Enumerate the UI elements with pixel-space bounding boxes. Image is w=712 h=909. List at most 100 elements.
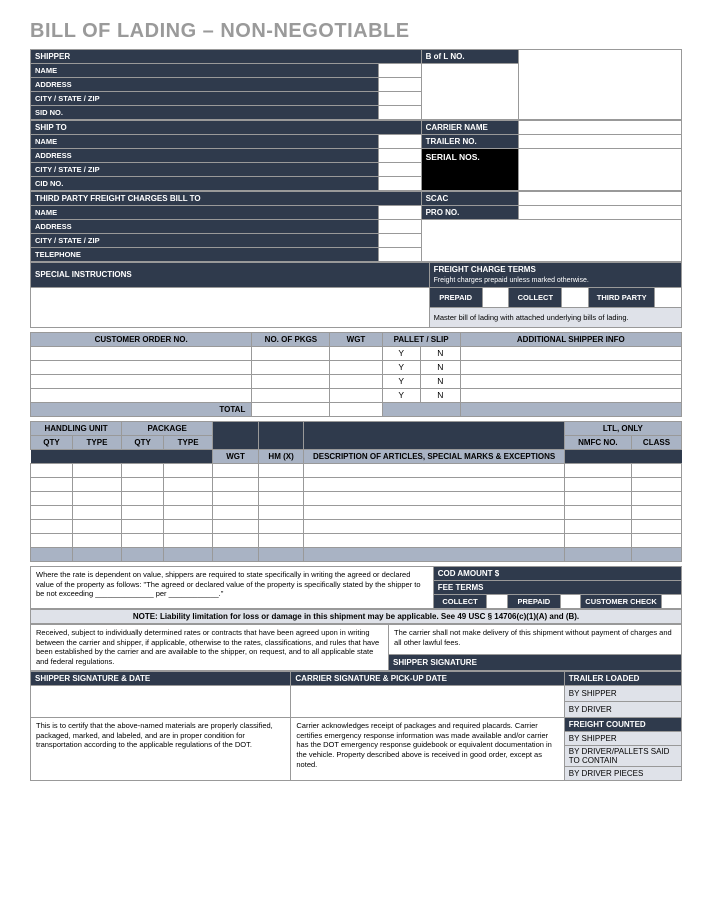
table-cell[interactable]: [304, 533, 564, 547]
trailer-no-input[interactable]: [519, 135, 682, 149]
wgt-cell[interactable]: [330, 374, 382, 388]
pallet-y[interactable]: Y: [382, 360, 420, 374]
pallet-y[interactable]: Y: [382, 388, 420, 402]
table-cell[interactable]: [122, 463, 164, 477]
table-cell[interactable]: [258, 533, 304, 547]
carrier-name-input[interactable]: [519, 121, 682, 135]
pallet-n[interactable]: N: [420, 374, 460, 388]
table-cell[interactable]: [31, 533, 73, 547]
third-tel-input[interactable]: [379, 248, 422, 262]
table-cell[interactable]: [164, 491, 213, 505]
pro-no-input[interactable]: [519, 206, 682, 220]
thirdparty-check[interactable]: [655, 287, 682, 307]
carrier-sig-input[interactable]: [291, 685, 564, 717]
fee-check-button[interactable]: CUSTOMER CHECK: [581, 594, 662, 608]
fee-collect-check[interactable]: [487, 594, 507, 608]
table-cell[interactable]: [31, 505, 73, 519]
table-cell[interactable]: [258, 477, 304, 491]
table-cell[interactable]: [564, 463, 631, 477]
table-cell[interactable]: [164, 533, 213, 547]
prepaid-check[interactable]: [482, 287, 509, 307]
table-cell[interactable]: [258, 505, 304, 519]
table-cell[interactable]: [31, 519, 73, 533]
order-cell[interactable]: [31, 346, 252, 360]
scac-input[interactable]: [519, 192, 682, 206]
table-cell[interactable]: [72, 477, 121, 491]
pallet-n[interactable]: N: [420, 360, 460, 374]
third-address-input[interactable]: [379, 220, 422, 234]
table-cell[interactable]: [213, 477, 259, 491]
table-cell[interactable]: [31, 491, 73, 505]
total-wgt[interactable]: [330, 402, 382, 416]
table-cell[interactable]: [631, 477, 681, 491]
table-cell[interactable]: [122, 491, 164, 505]
table-cell[interactable]: [564, 533, 631, 547]
shipper-name-input[interactable]: [379, 64, 422, 78]
pallet-y[interactable]: Y: [382, 374, 420, 388]
third-csz-input[interactable]: [379, 234, 422, 248]
shipper-sig-input[interactable]: [31, 685, 291, 717]
table-cell[interactable]: [631, 491, 681, 505]
table-cell[interactable]: [304, 505, 564, 519]
special-input[interactable]: [31, 287, 430, 327]
bol-value[interactable]: [519, 50, 682, 120]
total-pkgs[interactable]: [252, 402, 330, 416]
add-cell[interactable]: [460, 374, 681, 388]
table-cell[interactable]: [72, 505, 121, 519]
order-cell[interactable]: [31, 360, 252, 374]
table-cell[interactable]: [258, 491, 304, 505]
table-cell[interactable]: [122, 519, 164, 533]
table-cell[interactable]: [304, 519, 564, 533]
shipto-name-input[interactable]: [379, 135, 422, 149]
table-cell[interactable]: [31, 463, 73, 477]
by-driver-pieces[interactable]: BY DRIVER PIECES: [564, 766, 681, 780]
table-cell[interactable]: [164, 519, 213, 533]
shipto-cid-input[interactable]: [379, 177, 422, 191]
pallet-n[interactable]: N: [420, 388, 460, 402]
table-cell[interactable]: [631, 463, 681, 477]
order-cell[interactable]: [31, 388, 252, 402]
prepaid-button[interactable]: PREPAID: [429, 287, 482, 307]
order-cell[interactable]: [31, 374, 252, 388]
table-cell[interactable]: [122, 477, 164, 491]
fee-prepaid-check[interactable]: [561, 594, 581, 608]
table-cell[interactable]: [213, 505, 259, 519]
shipto-csz-input[interactable]: [379, 163, 422, 177]
third-name-input[interactable]: [379, 206, 422, 220]
table-cell[interactable]: [258, 519, 304, 533]
table-cell[interactable]: [72, 533, 121, 547]
add-cell[interactable]: [460, 360, 681, 374]
table-cell[interactable]: [564, 477, 631, 491]
wgt-cell[interactable]: [330, 360, 382, 374]
by-shipper-loaded[interactable]: BY SHIPPER: [564, 685, 681, 701]
table-cell[interactable]: [304, 463, 564, 477]
by-shipper-counted[interactable]: BY SHIPPER: [564, 731, 681, 745]
fee-prepaid-button[interactable]: PREPAID: [507, 594, 561, 608]
pkgs-cell[interactable]: [252, 374, 330, 388]
table-cell[interactable]: [164, 505, 213, 519]
table-cell[interactable]: [304, 491, 564, 505]
table-cell[interactable]: [164, 477, 213, 491]
pro-blank[interactable]: [421, 220, 681, 262]
pkgs-cell[interactable]: [252, 360, 330, 374]
table-cell[interactable]: [304, 477, 564, 491]
add-cell[interactable]: [460, 388, 681, 402]
pallet-y[interactable]: Y: [382, 346, 420, 360]
shipper-csz-input[interactable]: [379, 92, 422, 106]
table-cell[interactable]: [72, 491, 121, 505]
bol-blank[interactable]: [421, 64, 519, 120]
by-driver-loaded[interactable]: BY DRIVER: [564, 701, 681, 717]
table-cell[interactable]: [122, 533, 164, 547]
shipper-sid-input[interactable]: [379, 106, 422, 120]
pkgs-cell[interactable]: [252, 388, 330, 402]
shipper-address-input[interactable]: [379, 78, 422, 92]
table-cell[interactable]: [213, 491, 259, 505]
thirdparty-button[interactable]: THIRD PARTY: [588, 287, 654, 307]
table-cell[interactable]: [164, 463, 213, 477]
table-cell[interactable]: [564, 491, 631, 505]
add-cell[interactable]: [460, 346, 681, 360]
table-cell[interactable]: [564, 519, 631, 533]
wgt-cell[interactable]: [330, 388, 382, 402]
table-cell[interactable]: [72, 463, 121, 477]
pallet-n[interactable]: N: [420, 346, 460, 360]
